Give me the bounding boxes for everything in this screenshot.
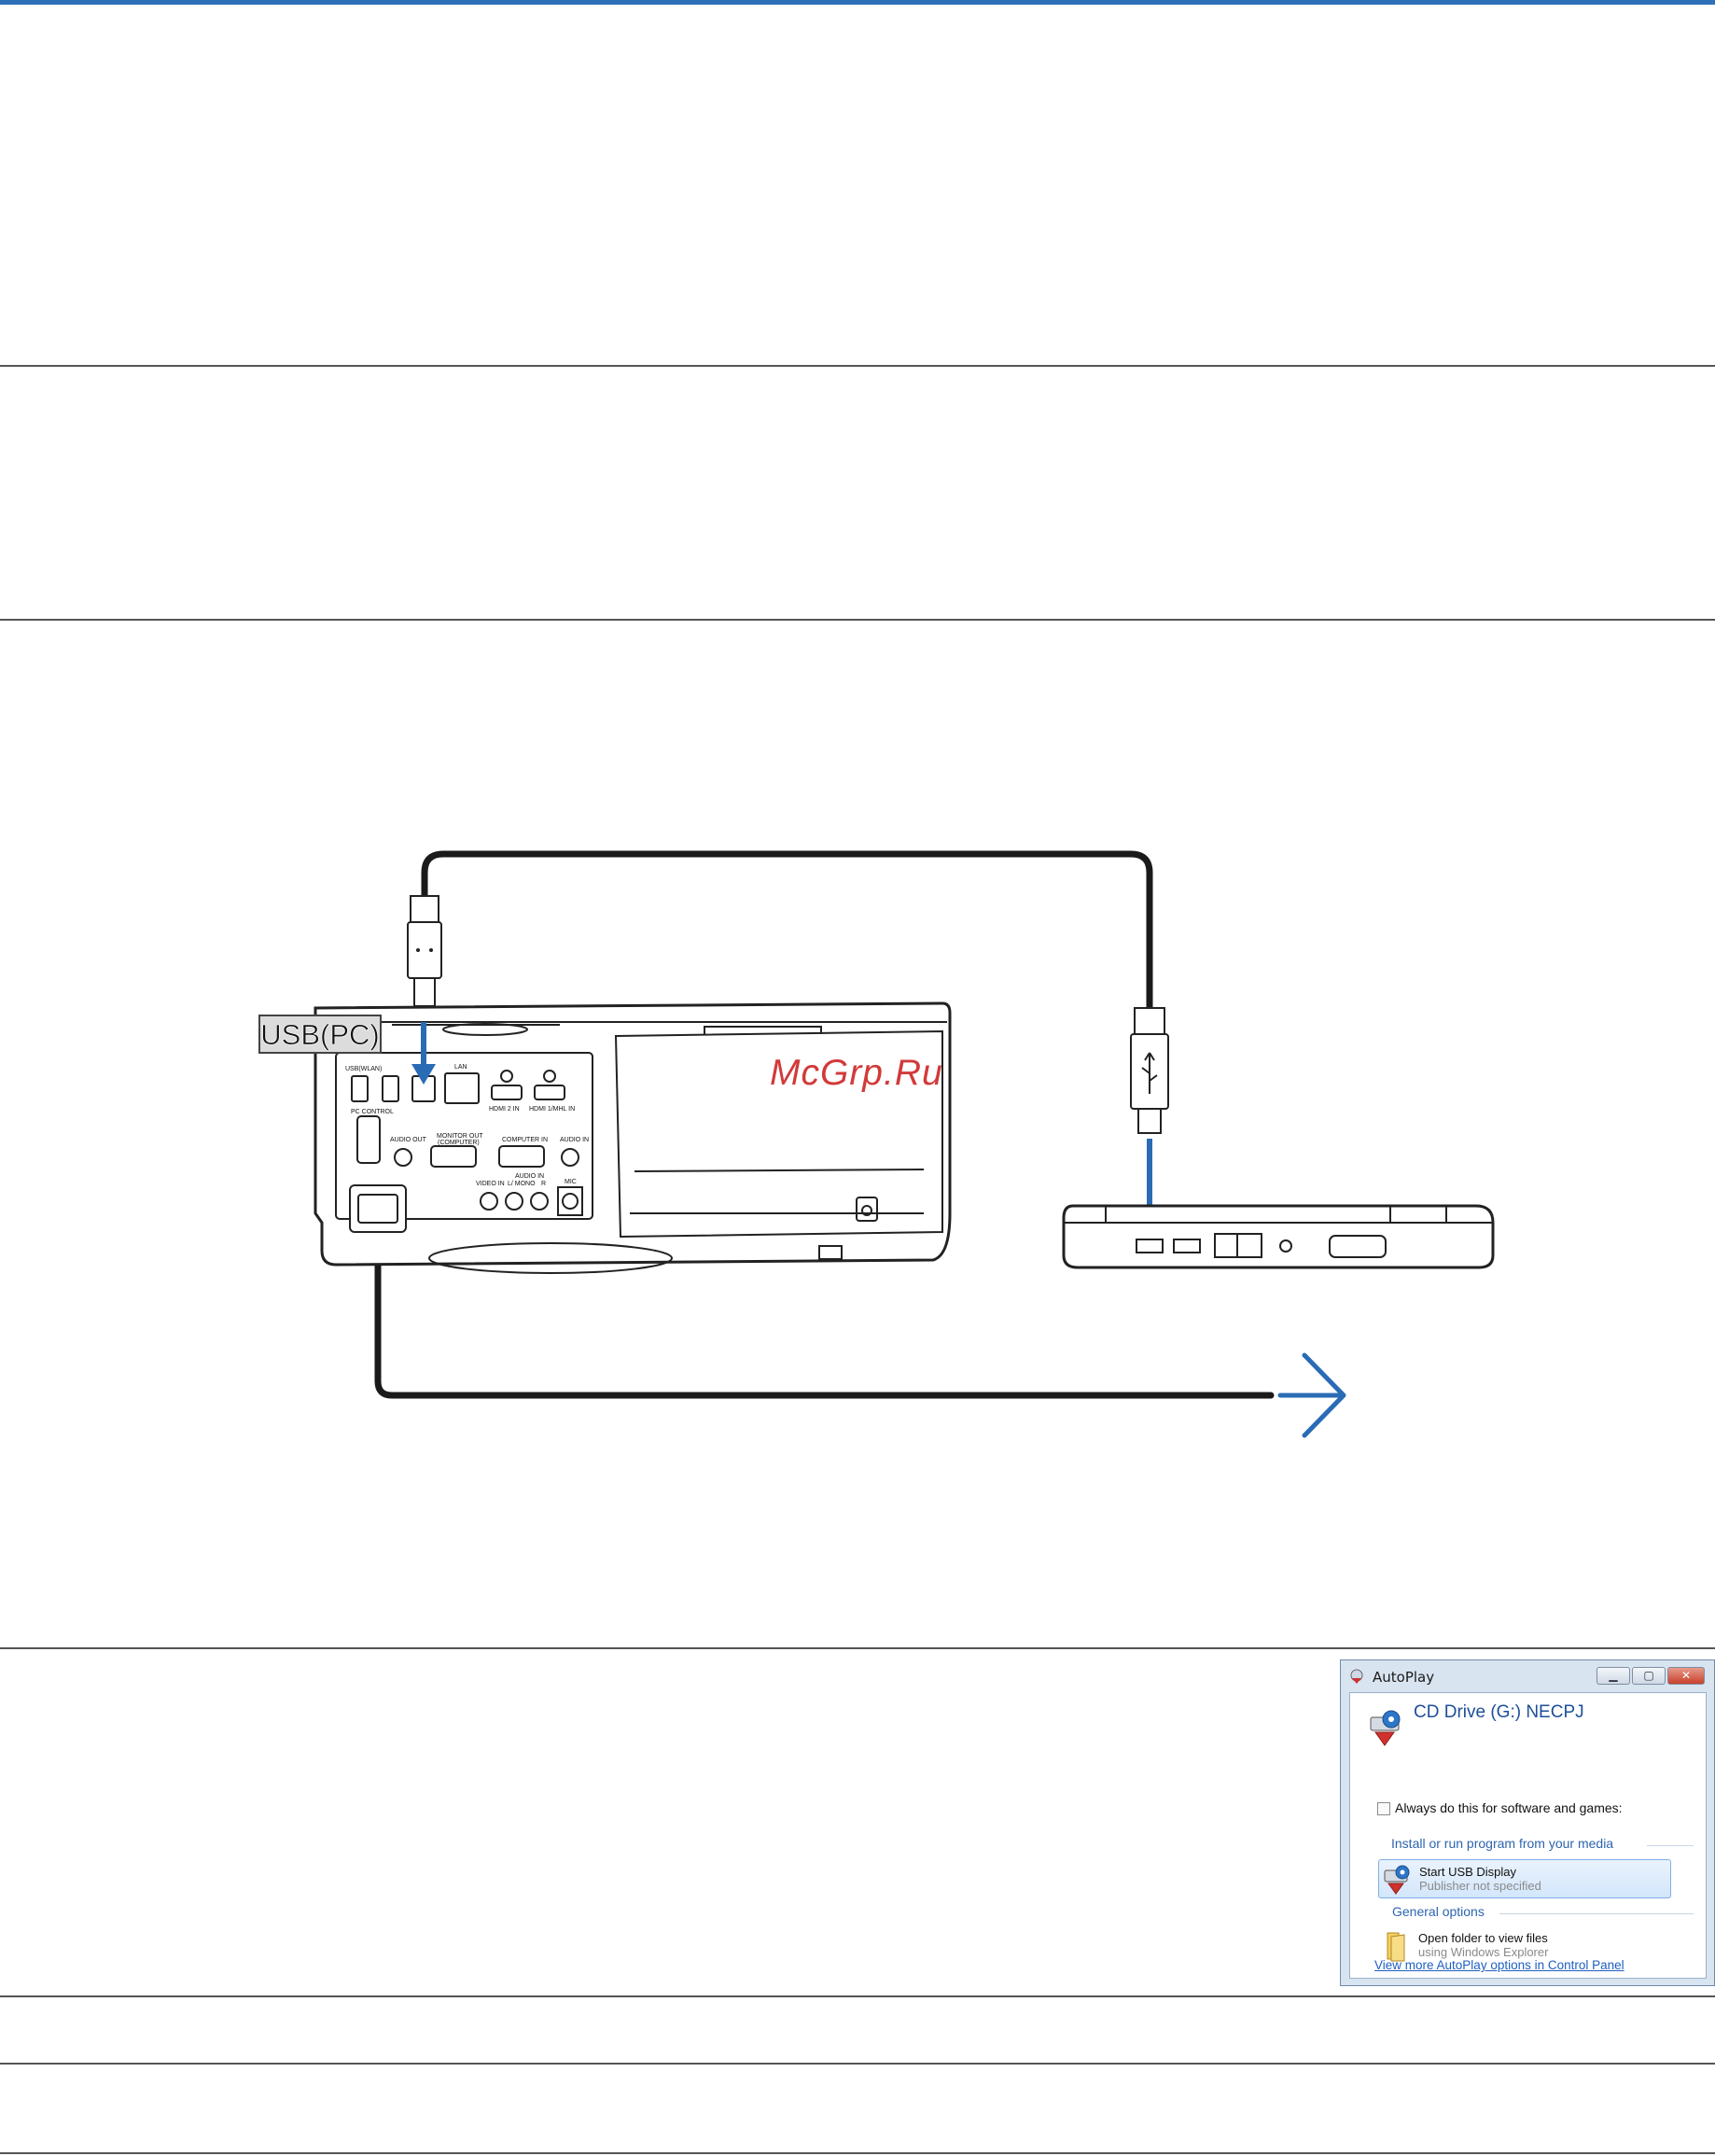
label-pc-control: PC CONTROL — [351, 1109, 394, 1115]
more-autoplay-options-link[interactable]: View more AutoPlay options in Control Pa… — [1374, 1958, 1624, 1972]
label-monitor-out-sub: (COMPUTER) — [438, 1140, 480, 1146]
always-checkbox[interactable] — [1377, 1802, 1390, 1815]
label-computer-in: COMPUTER IN — [502, 1137, 548, 1143]
usb-a-plug — [1130, 1007, 1169, 1134]
usb-display-icon — [1384, 1865, 1410, 1895]
section-install: Install or run program from your media — [1391, 1836, 1614, 1851]
option-start-label: Start USB Display — [1419, 1865, 1517, 1879]
close-button[interactable]: ✕ — [1667, 1667, 1705, 1685]
label-mic: MIC — [565, 1179, 577, 1185]
dialog-body: CD Drive (G:) NECPJ Always do this for s… — [1349, 1692, 1707, 1979]
cd-drive-icon — [1370, 1710, 1401, 1746]
label-monitor-out: MONITOR OUT — [437, 1133, 483, 1140]
section-general: General options — [1392, 1904, 1485, 1919]
autoplay-icon — [1350, 1669, 1363, 1684]
usb-pc-callout: USB(PC) — [258, 1015, 382, 1054]
usb-b-plug — [407, 895, 442, 1007]
watermark: McGrp.Ru — [770, 1053, 943, 1093]
label-hdmi1: HDMI 1/MHL IN — [529, 1106, 575, 1113]
label-r: R — [541, 1181, 546, 1187]
maximize-button[interactable]: ▢ — [1632, 1667, 1666, 1685]
label-video-in: VIDEO IN — [476, 1181, 505, 1187]
option-folder-sublabel: using Windows Explorer — [1418, 1945, 1549, 1959]
section-divider — [1647, 1845, 1694, 1846]
dialog-titlebar: AutoPlay ▁ ▢ ✕ — [1341, 1660, 1714, 1692]
label-lan: LAN — [454, 1064, 467, 1071]
outlet-arrow — [1277, 1352, 1346, 1438]
label-usb-wlan: USB(WLAN) — [345, 1066, 382, 1072]
laptop — [1062, 1204, 1495, 1269]
label-audio-in: AUDIO IN — [560, 1137, 589, 1143]
section-divider — [1499, 1913, 1694, 1914]
dialog-title: AutoPlay — [1373, 1669, 1435, 1686]
label-lr-mono: L/ MONO — [508, 1181, 536, 1187]
usb-cable — [421, 850, 1153, 1016]
label-hdmi2: HDMI 2 IN — [489, 1106, 520, 1113]
autoplay-dialog: AutoPlay ▁ ▢ ✕ CD Drive (G:) NECPJ Alway… — [1340, 1659, 1715, 1986]
usb-pc-callout-label: USB(PC) — [260, 1018, 379, 1051]
label-audio-out: AUDIO OUT — [390, 1137, 427, 1143]
option-folder-label: Open folder to view files — [1418, 1931, 1548, 1945]
always-checkbox-label: Always do this for software and games: — [1395, 1800, 1623, 1815]
option-start-sublabel: Publisher not specified — [1419, 1879, 1541, 1893]
option-start-usb-display[interactable]: Start USB Display Publisher not specifie… — [1378, 1859, 1671, 1898]
drive-title: CD Drive (G:) NECPJ — [1414, 1702, 1584, 1722]
minimize-button[interactable]: ▁ — [1596, 1667, 1630, 1685]
label-audio-in-2: AUDIO IN — [515, 1173, 544, 1180]
